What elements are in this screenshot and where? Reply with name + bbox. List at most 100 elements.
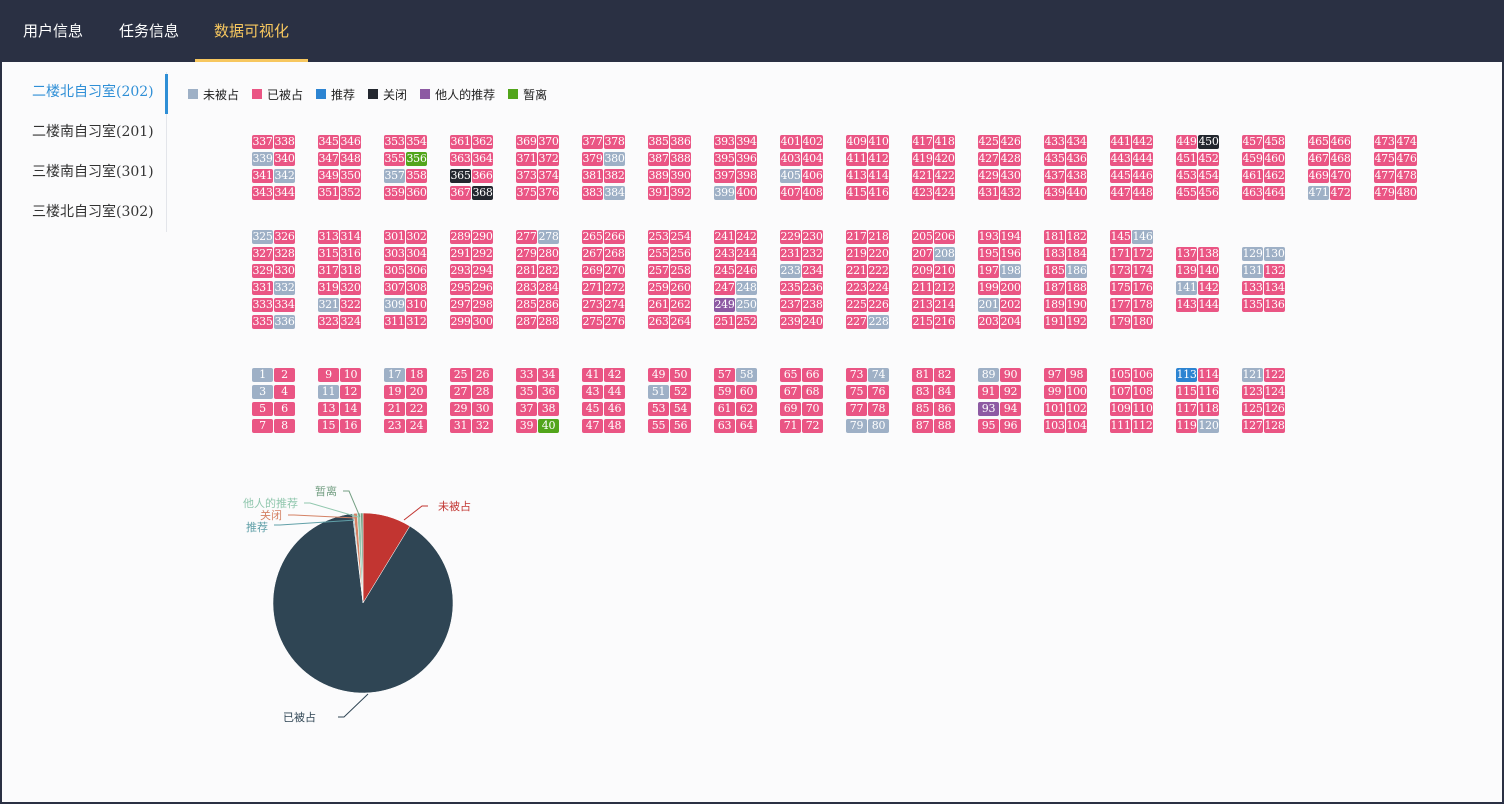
seat-21[interactable]: 21 (384, 402, 405, 416)
seat-381[interactable]: 381 (582, 169, 603, 183)
seat-39[interactable]: 39 (516, 419, 537, 433)
seat-65[interactable]: 65 (780, 368, 801, 382)
seat-442[interactable]: 442 (1132, 135, 1153, 149)
seat-15[interactable]: 15 (318, 419, 339, 433)
sidebar-item-room-301[interactable]: 三楼南自习室(301) (32, 152, 154, 192)
seat-343[interactable]: 343 (252, 186, 273, 200)
seat-91[interactable]: 91 (978, 385, 999, 399)
seat-303[interactable]: 303 (384, 247, 405, 261)
seat-202[interactable]: 202 (1000, 298, 1021, 312)
seat-438[interactable]: 438 (1066, 169, 1087, 183)
seat-250[interactable]: 250 (736, 298, 757, 312)
seat-197[interactable]: 197 (978, 264, 999, 278)
seat-198[interactable]: 198 (1000, 264, 1021, 278)
seat-306[interactable]: 306 (406, 264, 427, 278)
seat-342[interactable]: 342 (274, 169, 295, 183)
seat-214[interactable]: 214 (934, 298, 955, 312)
seat-427[interactable]: 427 (978, 152, 999, 166)
seat-270[interactable]: 270 (604, 264, 625, 278)
seat-215[interactable]: 215 (912, 315, 933, 329)
seat-45[interactable]: 45 (582, 402, 603, 416)
seat-100[interactable]: 100 (1066, 385, 1087, 399)
seat-418[interactable]: 418 (934, 135, 955, 149)
seat-464[interactable]: 464 (1264, 186, 1285, 200)
seat-372[interactable]: 372 (538, 152, 559, 166)
seat-411[interactable]: 411 (846, 152, 867, 166)
seat-196[interactable]: 196 (1000, 247, 1021, 261)
seat-331[interactable]: 331 (252, 281, 273, 295)
seat-9[interactable]: 9 (318, 368, 339, 382)
seat-73[interactable]: 73 (846, 368, 867, 382)
seat-68[interactable]: 68 (802, 385, 823, 399)
seat-430[interactable]: 430 (1000, 169, 1021, 183)
seat-212[interactable]: 212 (934, 281, 955, 295)
seat-174[interactable]: 174 (1132, 264, 1153, 278)
seat-269[interactable]: 269 (582, 264, 603, 278)
seat-145[interactable]: 145 (1110, 230, 1131, 244)
seat-141[interactable]: 141 (1176, 281, 1197, 295)
seat-56[interactable]: 56 (670, 419, 691, 433)
seat-48[interactable]: 48 (604, 419, 625, 433)
seat-293[interactable]: 293 (450, 264, 471, 278)
seat-87[interactable]: 87 (912, 419, 933, 433)
seat-377[interactable]: 377 (582, 135, 603, 149)
seat-378[interactable]: 378 (604, 135, 625, 149)
seat-467[interactable]: 467 (1308, 152, 1329, 166)
seat-425[interactable]: 425 (978, 135, 999, 149)
seat-472[interactable]: 472 (1330, 186, 1351, 200)
seat-55[interactable]: 55 (648, 419, 669, 433)
seat-225[interactable]: 225 (846, 298, 867, 312)
seat-450[interactable]: 450 (1198, 135, 1219, 149)
seat-391[interactable]: 391 (648, 186, 669, 200)
seat-476[interactable]: 476 (1396, 152, 1417, 166)
seat-275[interactable]: 275 (582, 315, 603, 329)
seat-111[interactable]: 111 (1110, 419, 1131, 433)
seat-393[interactable]: 393 (714, 135, 735, 149)
seat-333[interactable]: 333 (252, 298, 273, 312)
seat-446[interactable]: 446 (1132, 169, 1153, 183)
seat-366[interactable]: 366 (472, 169, 493, 183)
seat-49[interactable]: 49 (648, 368, 669, 382)
seat-401[interactable]: 401 (780, 135, 801, 149)
seat-383[interactable]: 383 (582, 186, 603, 200)
seat-436[interactable]: 436 (1066, 152, 1087, 166)
seat-123[interactable]: 123 (1242, 385, 1263, 399)
seat-268[interactable]: 268 (604, 247, 625, 261)
seat-12[interactable]: 12 (340, 385, 361, 399)
seat-355[interactable]: 355 (384, 152, 405, 166)
seat-43[interactable]: 43 (582, 385, 603, 399)
seat-70[interactable]: 70 (802, 402, 823, 416)
seat-90[interactable]: 90 (1000, 368, 1021, 382)
seat-88[interactable]: 88 (934, 419, 955, 433)
seat-189[interactable]: 189 (1044, 298, 1065, 312)
seat-305[interactable]: 305 (384, 264, 405, 278)
seat-288[interactable]: 288 (538, 315, 559, 329)
seat-6[interactable]: 6 (274, 402, 295, 416)
seat-359[interactable]: 359 (384, 186, 405, 200)
seat-193[interactable]: 193 (978, 230, 999, 244)
seat-116[interactable]: 116 (1198, 385, 1219, 399)
seat-259[interactable]: 259 (648, 281, 669, 295)
seat-253[interactable]: 253 (648, 230, 669, 244)
seat-97[interactable]: 97 (1044, 368, 1065, 382)
seat-18[interactable]: 18 (406, 368, 427, 382)
seat-25[interactable]: 25 (450, 368, 471, 382)
seat-422[interactable]: 422 (934, 169, 955, 183)
seat-210[interactable]: 210 (934, 264, 955, 278)
seat-420[interactable]: 420 (934, 152, 955, 166)
seat-134[interactable]: 134 (1264, 281, 1285, 295)
seat-443[interactable]: 443 (1110, 152, 1131, 166)
seat-379[interactable]: 379 (582, 152, 603, 166)
seat-23[interactable]: 23 (384, 419, 405, 433)
seat-175[interactable]: 175 (1110, 281, 1131, 295)
seat-254[interactable]: 254 (670, 230, 691, 244)
seat-81[interactable]: 81 (912, 368, 933, 382)
seat-314[interactable]: 314 (340, 230, 361, 244)
seat-353[interactable]: 353 (384, 135, 405, 149)
seat-428[interactable]: 428 (1000, 152, 1021, 166)
seat-441[interactable]: 441 (1110, 135, 1131, 149)
seat-249[interactable]: 249 (714, 298, 735, 312)
seat-120[interactable]: 120 (1198, 419, 1219, 433)
seat-470[interactable]: 470 (1330, 169, 1351, 183)
seat-93[interactable]: 93 (978, 402, 999, 416)
